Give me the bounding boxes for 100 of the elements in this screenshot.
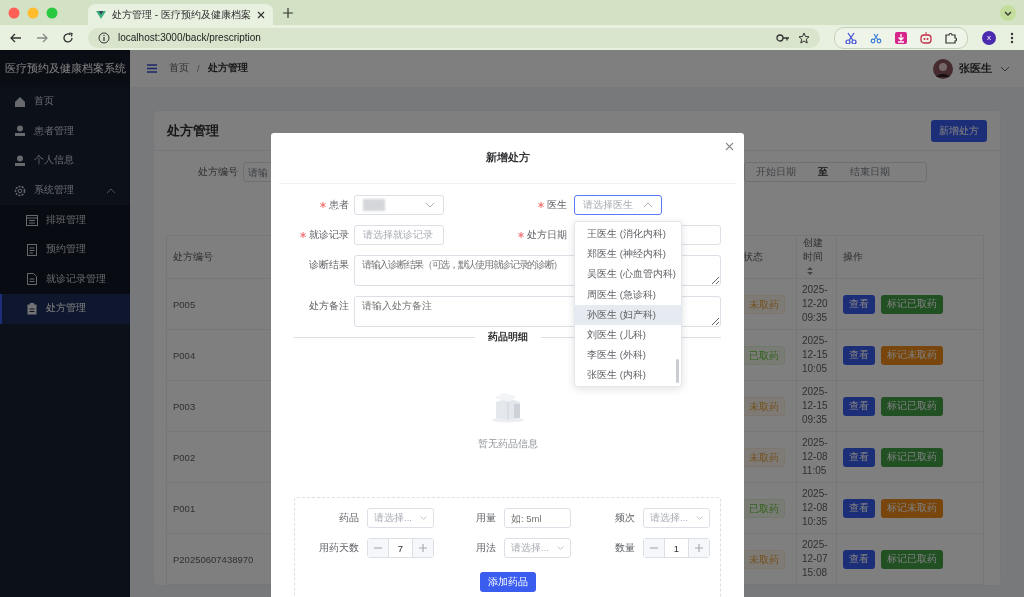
close-icon[interactable] xyxy=(725,142,734,151)
menu-item[interactable]: 就诊记录管理 xyxy=(0,264,130,295)
view-button[interactable]: 查看 xyxy=(843,294,875,314)
breadcrumb-separator: / xyxy=(197,63,200,74)
stepper-value: 7 xyxy=(396,542,405,554)
robot-icon[interactable] xyxy=(920,31,932,44)
table-cell: 2025-12-15 09:35 xyxy=(796,380,837,432)
menu-item[interactable]: 预约管理 xyxy=(0,234,130,265)
close-icon xyxy=(256,10,265,19)
mark-status-button[interactable]: 标记已取药 xyxy=(881,294,943,314)
table-cell: 2025-12-20 09:35 xyxy=(796,278,837,330)
page-title: 处方管理 xyxy=(167,121,219,140)
field-label: 用法 xyxy=(475,541,497,555)
column-header: 操作 xyxy=(836,235,984,279)
select-field[interactable]: 请选择... xyxy=(367,508,434,528)
mark-status-button[interactable]: 标记已取药 xyxy=(881,396,943,416)
profile-avatar[interactable]: x xyxy=(982,30,996,45)
table-cell: 2025-12-07 15:08 xyxy=(796,533,837,585)
add-medicine-button[interactable]: 添加药品 xyxy=(479,572,536,592)
mark-status-button[interactable]: 标记未取药 xyxy=(881,345,943,365)
view-button[interactable]: 查看 xyxy=(843,345,875,365)
table-cell: 2025-12-08 10:35 xyxy=(796,482,837,534)
mark-status-button[interactable]: 标记未取药 xyxy=(881,498,943,518)
star-icon[interactable] xyxy=(798,31,810,44)
app-title: 医疗预约及健康档案系统 xyxy=(0,50,130,87)
view-button[interactable]: 查看 xyxy=(843,396,875,416)
avatar-icon xyxy=(933,58,953,79)
add-prescription-button[interactable]: 新增处方 xyxy=(931,119,987,142)
column-header[interactable]: 创建时间 xyxy=(796,235,837,279)
document-icon xyxy=(26,273,38,286)
field-label: 诊断结果 xyxy=(309,258,349,272)
url-text: localhost:3000/back/prescription xyxy=(118,32,261,43)
select-field[interactable]: 请选择就诊记录 xyxy=(354,225,444,245)
key-icon[interactable] xyxy=(776,31,790,44)
text-field[interactable]: 如: 5ml xyxy=(504,508,571,528)
stepper-value: 1 xyxy=(672,542,681,554)
scrollbar-thumb xyxy=(676,359,679,383)
breadcrumb-item[interactable]: 首页 xyxy=(169,62,189,75)
user-icon xyxy=(14,155,26,167)
chevron-down-icon xyxy=(695,514,703,522)
table-cell: 2025-12-15 10:05 xyxy=(796,329,837,381)
chevron-down-icon xyxy=(425,201,435,209)
field-label: 用量 xyxy=(475,511,497,525)
chevron-up-icon xyxy=(643,201,653,209)
field-label: 患者 xyxy=(329,198,349,212)
section-title: 药品明细 xyxy=(474,331,541,344)
mark-status-button[interactable]: 标记已取药 xyxy=(881,447,943,467)
view-button[interactable]: 查看 xyxy=(843,549,875,569)
table-cell: 2025-12-08 11:05 xyxy=(796,431,837,483)
download-icon[interactable] xyxy=(895,31,907,44)
forward-arrow-icon[interactable] xyxy=(36,31,48,44)
breadcrumb-item: 处方管理 xyxy=(207,62,248,75)
home-icon xyxy=(14,95,26,108)
empty-message: 暂无药品信息 xyxy=(477,438,538,451)
filter-label: 处方编号 xyxy=(198,165,238,179)
status-tag: 未取药 xyxy=(743,396,785,416)
menu-item[interactable]: 系统管理 xyxy=(0,175,130,206)
scissors-icon[interactable] xyxy=(845,31,857,44)
menu-item[interactable]: 排班管理 xyxy=(0,205,130,235)
status-tag: 未取药 xyxy=(743,294,785,314)
chevron-down-icon[interactable] xyxy=(1000,4,1016,21)
plus-icon xyxy=(688,539,709,557)
status-tag: 已取药 xyxy=(743,498,785,518)
scissors-icon[interactable] xyxy=(870,31,882,44)
plus-icon[interactable] xyxy=(282,7,293,18)
menu-item[interactable]: 处方管理 xyxy=(0,294,130,324)
calendar-icon xyxy=(26,214,38,227)
menu-item[interactable]: 个人信息 xyxy=(0,146,130,176)
triangle-logo-icon xyxy=(96,9,106,20)
user-icon xyxy=(14,125,26,138)
puzzle-icon[interactable] xyxy=(945,31,957,44)
dropdown-option[interactable]: 孙医生 (妇产科) xyxy=(575,304,681,325)
settings-icon xyxy=(14,184,26,197)
tab-title: 处方管理 - 医疗预约及健康档案 xyxy=(112,7,251,22)
number-stepper[interactable]: 1 xyxy=(643,538,710,558)
document-icon xyxy=(26,243,38,256)
select-field[interactable]: 请选择... xyxy=(643,508,710,528)
window-control-icon xyxy=(27,6,39,19)
menu-item[interactable]: 首页 xyxy=(0,87,130,117)
menu-icon[interactable] xyxy=(147,64,157,73)
chevron-down-icon xyxy=(419,514,427,522)
address-bar[interactable]: localhost:3000/back/prescription xyxy=(88,27,820,48)
select-field[interactable]: 请选择... xyxy=(504,538,571,558)
more-icon[interactable] xyxy=(1010,31,1014,44)
status-tag: 未取药 xyxy=(743,549,785,569)
field-label: 药品 xyxy=(338,511,360,525)
reload-icon[interactable] xyxy=(62,31,74,44)
window-control-icon xyxy=(8,6,20,19)
view-button[interactable]: 查看 xyxy=(843,447,875,467)
mark-status-button[interactable]: 标记已取药 xyxy=(881,549,943,569)
menu-item[interactable]: 患者管理 xyxy=(0,116,130,147)
view-button[interactable]: 查看 xyxy=(843,498,875,518)
browser-tab[interactable]: 处方管理 - 医疗预约及健康档案 xyxy=(88,4,273,25)
window-control-icon xyxy=(46,6,58,19)
chevron-down-icon xyxy=(556,544,564,552)
number-stepper[interactable]: 7 xyxy=(367,538,434,558)
select-field[interactable] xyxy=(354,195,444,215)
field-label: 频次 xyxy=(614,511,636,525)
back-arrow-icon[interactable] xyxy=(10,31,22,44)
user-name[interactable]: 张医生 xyxy=(959,61,992,76)
